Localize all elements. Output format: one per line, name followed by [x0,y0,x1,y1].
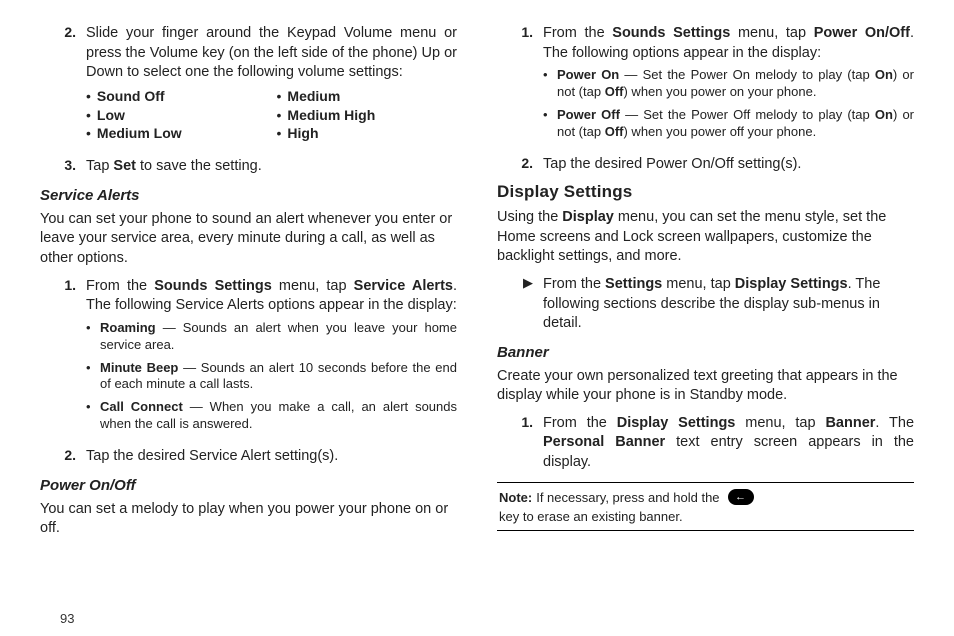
backspace-key-icon: ← [728,489,754,505]
vol-medium-high: •Medium High [277,106,458,125]
sa-step-1: 1. From the Sounds Settings menu, tap Se… [40,277,457,439]
power-step-2-text: Tap the desired Power On/Off setting(s). [543,155,914,175]
service-alerts-heading: Service Alerts [40,187,457,204]
step-number: 2. [40,447,86,467]
sa-step-1-text: From the Sounds Settings menu, tap Servi… [86,277,457,439]
service-alerts-options: • Roaming — Sounds an alert when you lea… [86,320,457,433]
left-column: 2. Slide your finger around the Keypad V… [40,20,457,603]
step-number: 2. [497,155,543,175]
step-number: 1. [497,24,543,147]
power-steps: 1. From the Sounds Settings menu, tap Po… [497,24,914,174]
note-lead: Note: [499,490,532,505]
two-column-layout: 2. Slide your finger around the Keypad V… [40,20,914,603]
option-minute-beep: • Minute Beep — Sounds an alert 10 secon… [86,360,457,394]
option-power-off: • Power Off — Set the Power Off melody t… [543,107,914,141]
vol-sound-off: •Sound Off [86,87,267,106]
power-step-1-text: From the Sounds Settings menu, tap Power… [543,24,914,147]
display-settings-nav: ▶ From the Settings menu, tap Display Se… [497,275,914,334]
erase-banner-note: Note: If necessary, press and hold the ←… [497,482,914,531]
step-number: 3. [40,157,86,177]
step-2-text: Slide your finger around the Keypad Volu… [86,24,457,149]
step-3: 3. Tap Set to save the setting. [40,157,457,177]
service-alerts-steps: 1. From the Sounds Settings menu, tap Se… [40,277,457,467]
arrow-icon: ▶ [497,275,543,334]
option-roaming: • Roaming — Sounds an alert when you lea… [86,320,457,354]
note-pre: If necessary, press and hold the [536,490,719,505]
note-post: key to erase an existing banner. [499,509,683,524]
display-settings-heading: Display Settings [497,182,914,202]
set-label: Set [113,158,136,174]
steps-list: 2. Slide your finger around the Keypad V… [40,24,457,177]
banner-intro: Create your own personalized text greeti… [497,367,914,406]
step-2: 2. Slide your finger around the Keypad V… [40,24,457,149]
page-number: 93 [60,611,914,626]
sa-step-2-text: Tap the desired Service Alert setting(s)… [86,447,457,467]
right-column: 1. From the Sounds Settings menu, tap Po… [497,20,914,603]
step-number: 2. [40,24,86,149]
vol-medium: •Medium [277,87,458,106]
banner-steps: 1. From the Display Settings menu, tap B… [497,414,914,473]
banner-heading: Banner [497,344,914,361]
power-onoff-heading: Power On/Off [40,477,457,494]
power-step-1: 1. From the Sounds Settings menu, tap Po… [497,24,914,147]
option-call-connect: • Call Connect — When you make a call, a… [86,399,457,433]
display-settings-intro: Using the Display menu, you can set the … [497,208,914,267]
service-alerts-intro: You can set your phone to sound an alert… [40,210,457,269]
banner-step-1-text: From the Display Settings menu, tap Bann… [543,414,914,473]
manual-page: 2. Slide your finger around the Keypad V… [0,0,954,636]
step-number: 1. [40,277,86,439]
step-3-text: Tap Set to save the setting. [86,157,457,177]
power-options: • Power On — Set the Power On melody to … [543,67,914,141]
option-power-on: • Power On — Set the Power On melody to … [543,67,914,101]
banner-step-1: 1. From the Display Settings menu, tap B… [497,414,914,473]
display-settings-nav-text: From the Settings menu, tap Display Sett… [543,275,914,334]
vol-high: •High [277,124,458,143]
step-2-body: Slide your finger around the Keypad Volu… [86,25,457,80]
vol-medium-low: •Medium Low [86,124,267,143]
vol-low: •Low [86,106,267,125]
volume-options-grid: •Sound Off •Medium •Low •Medium High •Me… [86,87,457,144]
power-onoff-intro: You can set a melody to play when you po… [40,500,457,539]
power-step-2: 2. Tap the desired Power On/Off setting(… [497,155,914,175]
sa-step-2: 2. Tap the desired Service Alert setting… [40,447,457,467]
step-number: 1. [497,414,543,473]
